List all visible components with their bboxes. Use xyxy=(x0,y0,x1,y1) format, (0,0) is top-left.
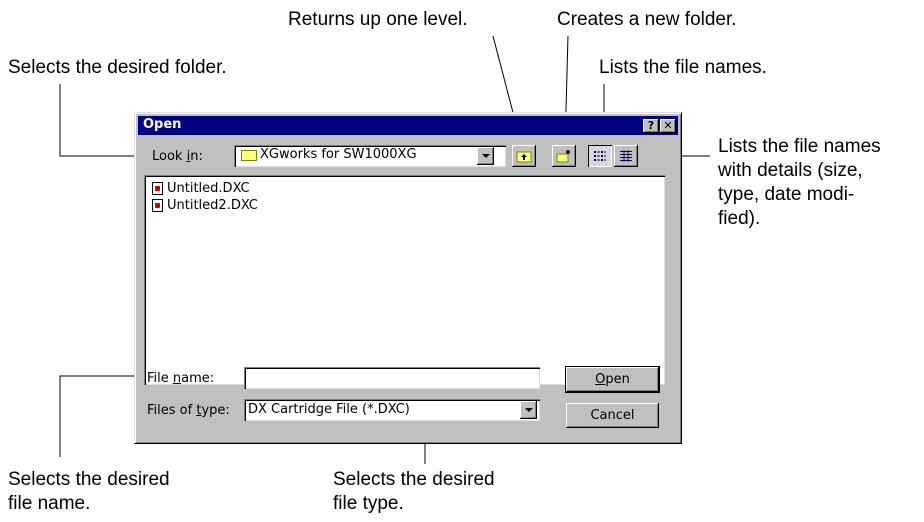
callout-up-one-level: Returns up one level. xyxy=(288,9,468,30)
open-button-accel: O xyxy=(595,372,606,387)
dxc-file-icon xyxy=(152,198,163,212)
dropdown-arrow-icon xyxy=(524,408,533,412)
file-name-input[interactable] xyxy=(244,367,540,389)
new-folder-icon xyxy=(556,150,570,163)
callout-list-view: Lists the file names. xyxy=(599,57,767,78)
list-item[interactable]: Untitled2.DXC xyxy=(152,197,258,213)
callout-details-line: Lists the file names xyxy=(718,136,881,157)
callout-file-name-line: file name. xyxy=(8,493,91,514)
file-item-label: Untitled2.DXC xyxy=(167,197,258,213)
file-type-value: DX Cartridge File (*.DXC) xyxy=(248,402,410,417)
callout-new-folder: Creates a new folder. xyxy=(557,9,737,30)
look-in-dropdown-button[interactable] xyxy=(477,147,494,165)
callout-desired-folder: Selects the desired folder. xyxy=(8,57,227,78)
dialog-title: Open xyxy=(143,117,182,132)
list-item[interactable]: Untitled.DXC xyxy=(152,180,250,196)
files-of-type-label-text2: ype: xyxy=(201,403,230,418)
dxc-file-icon xyxy=(152,181,163,195)
leader-file-name xyxy=(59,375,145,457)
file-item-label: Untitled.DXC xyxy=(167,180,250,196)
callout-file-type: Selects the desired file type. xyxy=(333,468,495,516)
look-in-combo[interactable]: XGworks for SW1000XG xyxy=(234,145,506,167)
callout-file-type-line: Selects the desired xyxy=(333,469,495,490)
callout-file-type-line: file type. xyxy=(333,493,404,514)
file-name-label-accel: n xyxy=(172,371,182,386)
callout-file-name-line: Selects the desired xyxy=(8,469,170,490)
file-type-combo[interactable]: DX Cartridge File (*.DXC) xyxy=(244,399,540,421)
close-button[interactable]: ✕ xyxy=(660,119,676,133)
up-one-level-button[interactable] xyxy=(512,145,536,167)
file-list[interactable]: Untitled.DXC Untitled2.DXC xyxy=(144,175,665,385)
look-in-value: XGworks for SW1000XG xyxy=(260,147,417,162)
up-one-level-icon xyxy=(516,151,532,163)
files-of-type-label: Files of type: xyxy=(147,403,230,418)
callout-details-line: type, date modi- xyxy=(718,184,855,205)
title-bar: Open ? ✕ xyxy=(138,116,678,135)
file-name-label-text2: ame: xyxy=(181,371,215,386)
callout-details-line: with details (size, xyxy=(718,160,863,181)
cancel-button[interactable]: Cancel xyxy=(566,403,659,428)
list-view-button[interactable] xyxy=(588,145,612,167)
help-button[interactable]: ? xyxy=(643,119,659,133)
file-name-label-text: File xyxy=(147,371,173,386)
look-in-label-text2: n: xyxy=(190,149,203,164)
look-in-label-text: Look xyxy=(152,149,187,164)
open-button-label: pen xyxy=(605,372,630,387)
callout-file-name: Selects the desired file name. xyxy=(8,468,170,516)
file-name-label: File name: xyxy=(147,371,214,386)
list-view-icon xyxy=(594,151,606,161)
file-type-dropdown-button[interactable] xyxy=(520,401,537,419)
open-button[interactable]: Open xyxy=(565,366,660,393)
open-dialog: Open ? ✕ Look in: XGworks for SW1000XG U… xyxy=(134,112,682,444)
callout-details-line: fied). xyxy=(718,208,761,229)
files-of-type-label-text: Files of xyxy=(147,403,197,418)
details-view-button[interactable] xyxy=(614,145,638,167)
create-new-folder-button[interactable] xyxy=(552,145,576,167)
folder-icon xyxy=(241,150,257,161)
details-view-icon xyxy=(620,150,632,162)
dropdown-arrow-icon xyxy=(481,154,490,158)
look-in-label: Look in: xyxy=(152,149,203,164)
callout-details-view: Lists the file names with details (size,… xyxy=(718,135,881,231)
